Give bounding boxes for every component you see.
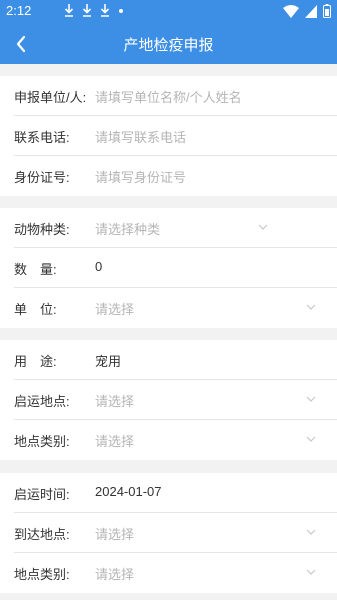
purpose-value[interactable]: 宠用: [95, 351, 121, 370]
chevron-down-icon: [306, 396, 316, 402]
animal-section: 动物种类: 请选择种类 数 量: 0 单 位: 请选择: [0, 208, 337, 328]
departure-place-type-row[interactable]: 地点类别: 请选择: [14, 420, 337, 460]
arrival-place-type-row[interactable]: 地点类别: 请选择: [14, 553, 337, 593]
applicant-section: 申报单位/人: 请填写单位名称/个人姓名 联系电话: 请填写联系电话 身份证号:…: [0, 76, 337, 196]
purpose-row[interactable]: 用 途: 宠用: [14, 340, 337, 380]
chevron-down-icon: [306, 529, 316, 535]
departure-place-type-label: 地点类别:: [14, 434, 70, 449]
status-bar: 2:12: [0, 0, 337, 24]
chevron-down-icon: [258, 224, 268, 230]
applicant-input[interactable]: 请填写单位名称/个人姓名: [95, 87, 242, 106]
departure-time-label: 启运时间:: [14, 487, 70, 502]
page-title: 产地检疫申报: [123, 37, 214, 54]
arrival-place-label: 到达地点:: [14, 527, 70, 542]
dot-icon: [119, 9, 123, 13]
purpose-section: 用 途: 宠用 启运地点: 请选择 地点类别: 请选择: [0, 340, 337, 460]
arrival-place-type-select[interactable]: 请选择: [95, 564, 134, 583]
id-number-row[interactable]: 身份证号: 请填写身份证号: [14, 156, 337, 196]
transport-section: 启运时间: 2024-01-07 到达地点: 请选择 地点类别: 请选择: [0, 473, 337, 593]
arrival-place-select[interactable]: 请选择: [95, 524, 134, 543]
battery-icon: [323, 4, 331, 18]
status-time: 2:12: [6, 3, 32, 18]
arrival-place-type-label: 地点类别:: [14, 567, 70, 582]
departure-place-label: 启运地点:: [14, 394, 70, 409]
departure-time-value[interactable]: 2024-01-07: [95, 484, 162, 499]
applicant-label: 申报单位/人:: [14, 90, 87, 105]
purpose-label: 用 途:: [14, 354, 57, 369]
signal-icon: [305, 5, 317, 18]
app-bar: 产地检疫申报: [0, 24, 337, 64]
chevron-down-icon: [306, 569, 316, 575]
phone-label: 联系电话:: [14, 130, 70, 145]
arrival-place-row[interactable]: 到达地点: 请选择: [14, 513, 337, 553]
notification-icons: [64, 3, 124, 17]
unit-row[interactable]: 单 位: 请选择: [14, 288, 337, 328]
departure-place-select[interactable]: 请选择: [95, 391, 134, 410]
unit-label: 单 位:: [14, 302, 57, 317]
departure-time-row[interactable]: 启运时间: 2024-01-07: [14, 473, 337, 513]
phone-row[interactable]: 联系电话: 请填写联系电话: [14, 116, 337, 156]
download-icon: [64, 4, 74, 17]
animal-type-label: 动物种类:: [14, 222, 70, 237]
wifi-icon: [283, 5, 299, 18]
chevron-down-icon: [306, 304, 316, 310]
quantity-row[interactable]: 数 量: 0: [14, 248, 337, 288]
quantity-input[interactable]: 0: [95, 259, 102, 274]
download-icon: [100, 4, 110, 17]
animal-type-select[interactable]: 请选择种类: [95, 219, 160, 238]
download-icon: [82, 4, 92, 17]
departure-place-row[interactable]: 启运地点: 请选择: [14, 380, 337, 420]
quantity-label: 数 量:: [14, 262, 57, 277]
unit-select[interactable]: 请选择: [95, 299, 134, 318]
phone-input[interactable]: 请填写联系电话: [95, 127, 186, 146]
animal-type-row[interactable]: 动物种类: 请选择种类: [14, 208, 337, 248]
chevron-down-icon: [306, 436, 316, 442]
departure-place-type-select[interactable]: 请选择: [95, 431, 134, 450]
applicant-row[interactable]: 申报单位/人: 请填写单位名称/个人姓名: [14, 76, 337, 116]
id-number-label: 身份证号:: [14, 170, 70, 185]
id-number-input[interactable]: 请填写身份证号: [95, 167, 186, 186]
